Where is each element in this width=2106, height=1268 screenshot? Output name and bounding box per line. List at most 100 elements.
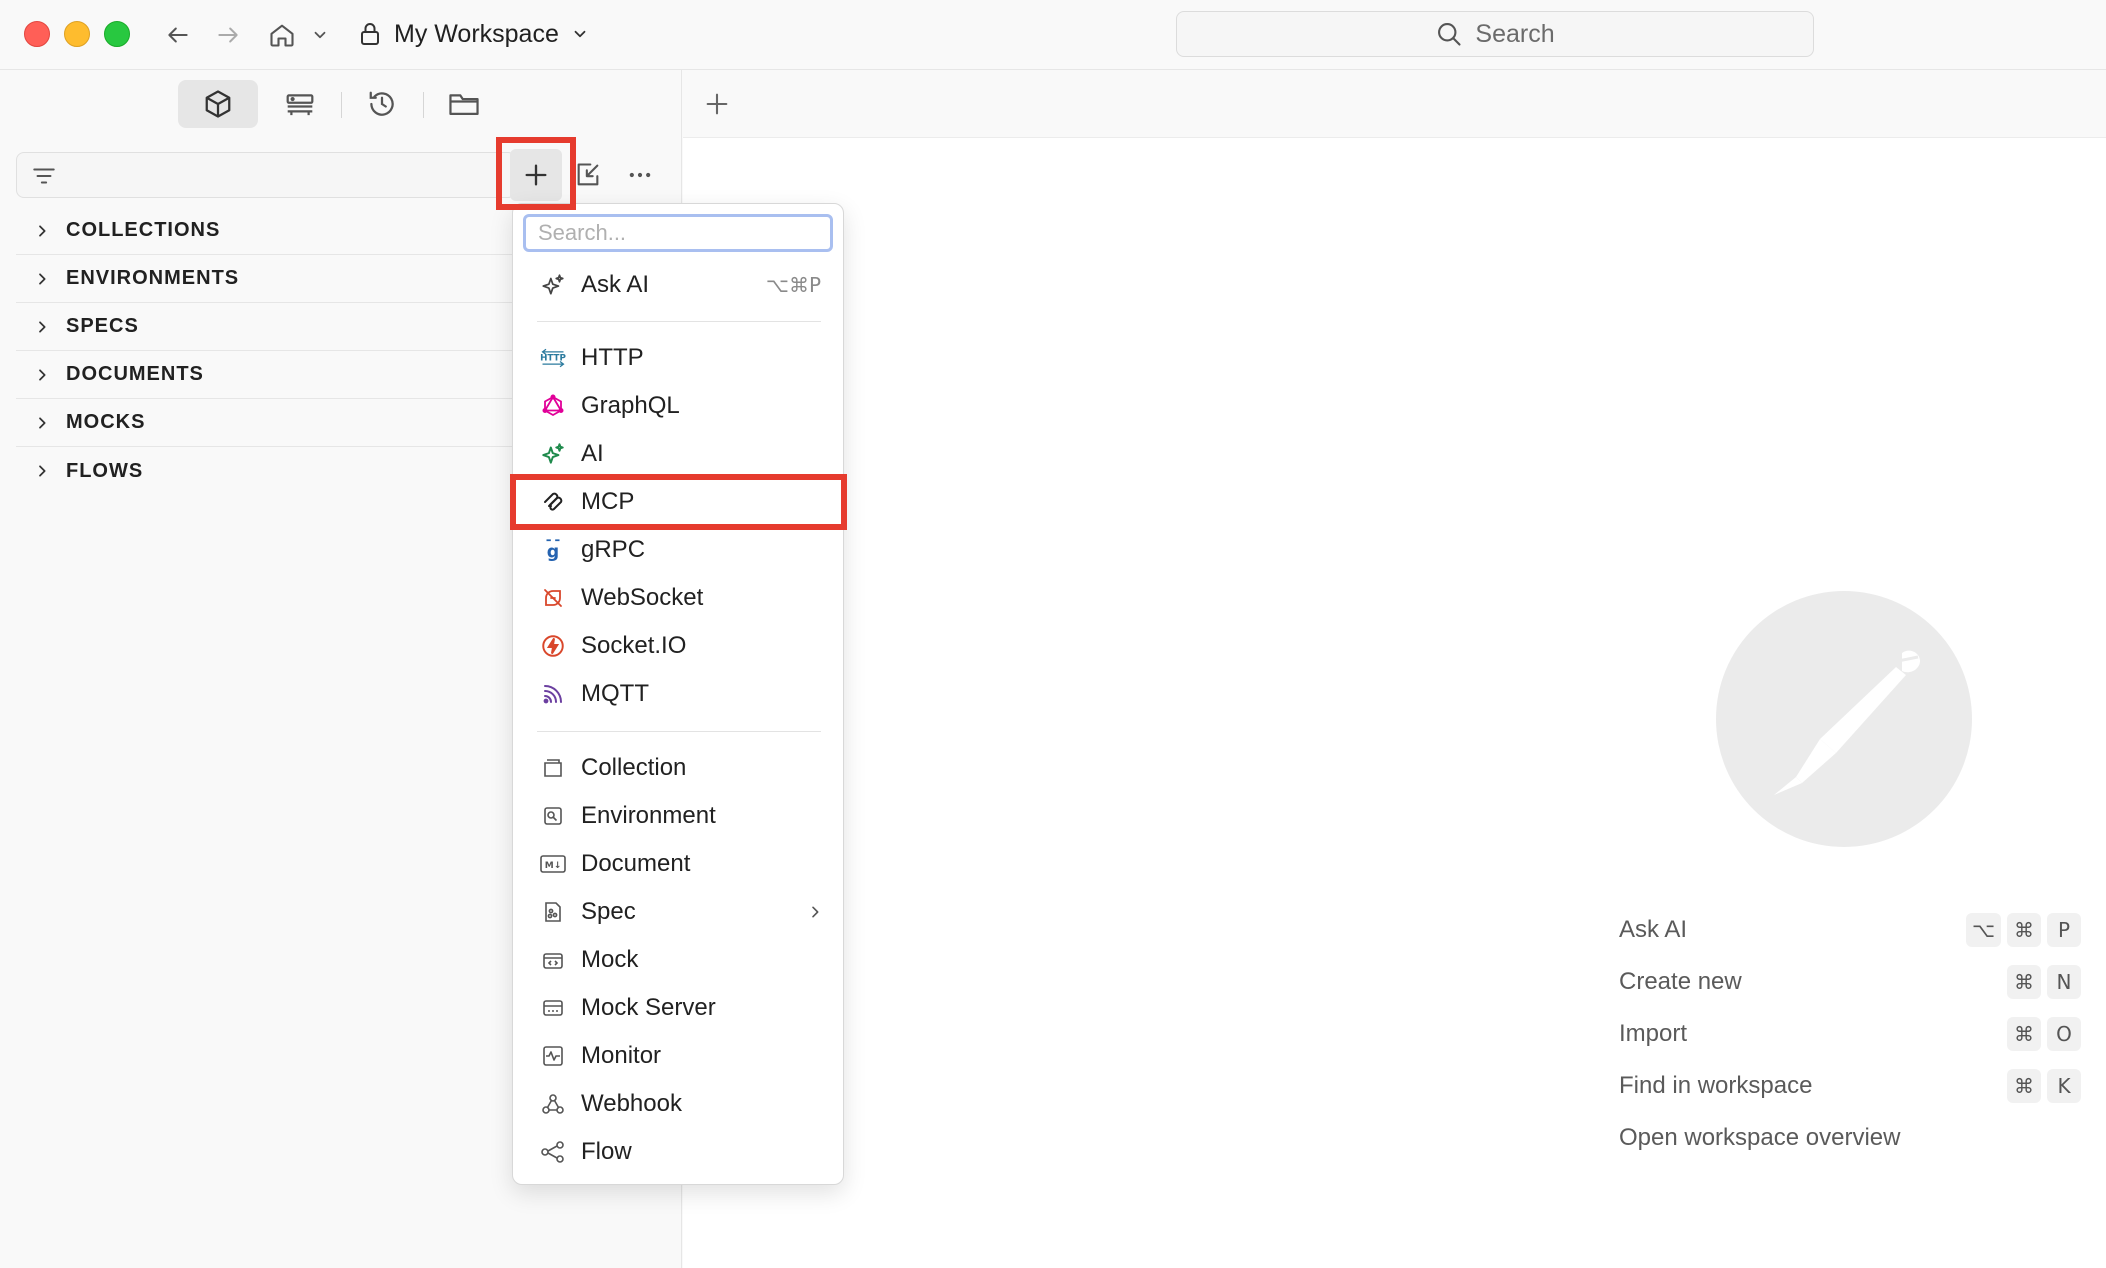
shortcut-find[interactable]: Find in workspace ⌘ K xyxy=(1619,1060,2081,1112)
menu-item-label: GraphQL xyxy=(581,392,680,419)
history-icon xyxy=(367,89,397,119)
shortcut-ask-ai[interactable]: Ask AI ⌥ ⌘ P xyxy=(1619,904,2081,956)
menu-item-websocket[interactable]: WebSocket xyxy=(513,574,845,622)
home-icon[interactable] xyxy=(264,17,300,53)
back-arrow-icon[interactable] xyxy=(160,17,196,53)
monitor-icon xyxy=(539,1042,567,1070)
collection-icon xyxy=(539,754,567,782)
chevron-right-icon xyxy=(34,415,50,431)
menu-item-shortcut: ⌥⌘P xyxy=(765,273,821,297)
key: ⌘ xyxy=(2007,913,2041,947)
tree-item-label: ENVIRONMENTS xyxy=(66,267,240,289)
tab-history[interactable] xyxy=(342,80,422,128)
global-search[interactable]: Search xyxy=(1176,11,1814,57)
shortcut-import[interactable]: Import ⌘ O xyxy=(1619,1008,2081,1060)
menu-item-ai[interactable]: AI xyxy=(513,430,845,478)
tree-item-flows[interactable]: FLOWS xyxy=(16,447,516,495)
menu-item-monitor[interactable]: Monitor xyxy=(513,1032,845,1080)
sidebar-tree: COLLECTIONS ENVIRONMENTS SPECS DOCUMENTS… xyxy=(16,207,516,495)
menu-item-spec[interactable]: Spec xyxy=(513,888,845,936)
menu-item-http[interactable]: HTTP HTTP xyxy=(513,334,845,382)
menu-item-collection[interactable]: Collection xyxy=(513,744,845,792)
ai-sparkle-icon xyxy=(539,271,567,299)
shortcut-label: Find in workspace xyxy=(1619,1072,1813,1099)
minimize-window-button[interactable] xyxy=(64,21,90,47)
chevron-down-icon[interactable] xyxy=(302,17,338,53)
menu-item-grpc[interactable]: g gRPC xyxy=(513,526,845,574)
more-horizontal-icon xyxy=(626,161,654,189)
shortcut-workspace-overview[interactable]: Open workspace overview xyxy=(1619,1112,2081,1164)
environment-icon xyxy=(539,802,567,830)
tree-item-label: DOCUMENTS xyxy=(66,363,204,385)
chevron-right-icon xyxy=(34,223,50,239)
menu-item-ask-ai[interactable]: Ask AI ⌥⌘P xyxy=(513,261,845,309)
search-icon xyxy=(1435,20,1463,48)
menu-item-mock-server[interactable]: Mock Server xyxy=(513,984,845,1032)
more-options-button[interactable] xyxy=(614,149,666,201)
shortcut-keys: ⌘ N xyxy=(2007,965,2081,999)
workspace-switcher[interactable]: My Workspace xyxy=(358,14,589,54)
maximize-window-button[interactable] xyxy=(104,21,130,47)
svg-text:HTTP: HTTP xyxy=(540,354,566,364)
menu-item-label: MQTT xyxy=(581,680,649,707)
menu-item-label: Spec xyxy=(581,898,636,925)
menu-item-label: Document xyxy=(581,850,691,877)
sidebar-tabs xyxy=(0,70,682,138)
tree-item-label: FLOWS xyxy=(66,459,144,482)
menu-item-label: AI xyxy=(581,440,604,467)
sidebar-filter-input[interactable] xyxy=(16,152,516,198)
grpc-icon: g xyxy=(539,536,567,564)
menu-item-mock[interactable]: Mock xyxy=(513,936,845,984)
tree-item-label: SPECS xyxy=(66,315,139,337)
title-bar: My Workspace Search xyxy=(0,0,2106,70)
tree-item-documents[interactable]: DOCUMENTS xyxy=(16,351,516,399)
menu-item-environment[interactable]: Environment xyxy=(513,792,845,840)
flow-icon xyxy=(539,1138,567,1166)
shortcut-label: Ask AI xyxy=(1619,916,1688,943)
tree-item-specs[interactable]: SPECS xyxy=(16,303,516,351)
shortcut-label: Open workspace overview xyxy=(1619,1124,1901,1151)
mqtt-icon xyxy=(539,680,567,708)
menu-item-label: Flow xyxy=(581,1138,632,1165)
menu-item-mqtt[interactable]: MQTT xyxy=(513,670,845,718)
menu-item-flow[interactable]: Flow xyxy=(513,1128,845,1176)
folder-icon xyxy=(448,89,480,119)
tree-item-mocks[interactable]: MOCKS xyxy=(16,399,516,447)
tab-collections[interactable] xyxy=(178,80,258,128)
menu-item-webhook[interactable]: Webhook xyxy=(513,1080,845,1128)
key: ⌘ xyxy=(2007,1069,2041,1103)
pen-nib-icon xyxy=(1774,650,1920,795)
key: ⌥ xyxy=(1965,913,2001,947)
mock-server-icon xyxy=(539,994,567,1022)
shortcut-create-new[interactable]: Create new ⌘ N xyxy=(1619,956,2081,1008)
forward-arrow-icon[interactable] xyxy=(210,17,246,53)
cube-icon xyxy=(203,89,233,119)
graphql-icon xyxy=(539,392,567,420)
chevron-right-icon xyxy=(34,463,50,479)
menu-search-input[interactable]: Search... xyxy=(523,214,833,252)
menu-item-document[interactable]: M↓ Document xyxy=(513,840,845,888)
tree-item-label: COLLECTIONS xyxy=(66,219,221,241)
menu-item-label: Webhook xyxy=(581,1090,682,1117)
key: N xyxy=(2047,965,2081,999)
ai-sparkle-icon xyxy=(539,440,567,468)
webhook-icon xyxy=(539,1090,567,1118)
plus-icon xyxy=(703,90,731,118)
close-window-button[interactable] xyxy=(24,21,50,47)
server-icon xyxy=(284,89,316,119)
menu-item-label: gRPC xyxy=(581,536,646,563)
tab-files[interactable] xyxy=(424,80,504,128)
http-icon: HTTP xyxy=(539,344,567,372)
menu-item-label: Mock Server xyxy=(581,994,716,1021)
shortcut-label: Create new xyxy=(1619,968,1742,995)
menu-item-graphql[interactable]: GraphQL xyxy=(513,382,845,430)
tree-item-environments[interactable]: ENVIRONMENTS xyxy=(16,255,516,303)
menu-item-socketio[interactable]: Socket.IO xyxy=(513,622,845,670)
tree-item-collections[interactable]: COLLECTIONS xyxy=(16,207,516,255)
chevron-down-icon xyxy=(571,25,589,43)
tab-bar xyxy=(683,70,2106,138)
menu-item-label: Collection xyxy=(581,754,687,781)
tab-mock-servers[interactable] xyxy=(260,80,340,128)
highlight-box-add-button xyxy=(496,137,576,210)
new-tab-button[interactable] xyxy=(699,86,735,122)
